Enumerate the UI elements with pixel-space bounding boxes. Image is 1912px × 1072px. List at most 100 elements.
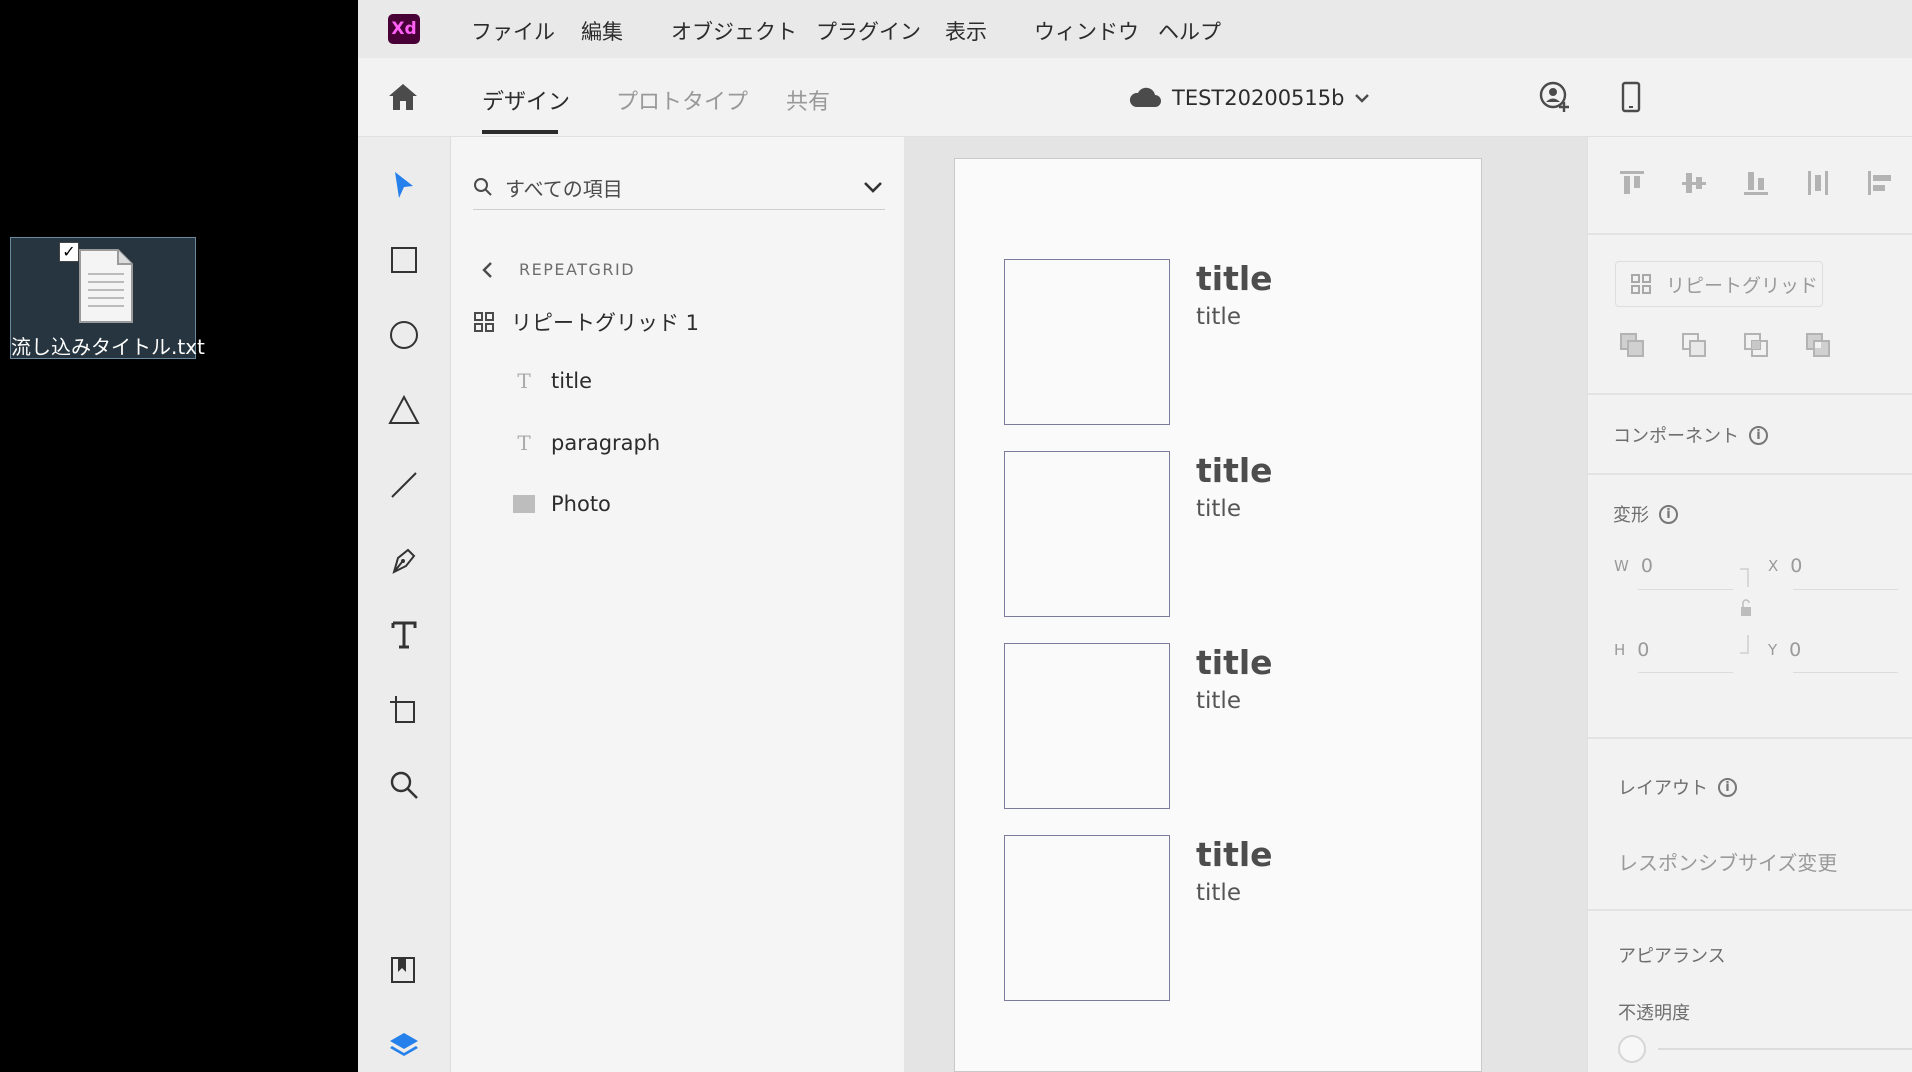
card-title[interactable]: title [1196,451,1273,490]
info-icon[interactable]: i [1749,425,1768,445]
tab-share[interactable]: 共有 [786,84,830,116]
width-field[interactable]: W 0 [1614,555,1653,577]
text-t-icon [391,621,417,649]
y-field[interactable]: Y 0 [1768,639,1801,661]
artboard-icon [390,696,415,723]
align-bottom-icon[interactable] [1740,167,1772,199]
lock-aspect-icon[interactable] [1738,567,1754,657]
ellipse-tool[interactable] [386,317,422,353]
file-checkbox[interactable]: ✓ [59,242,79,262]
align-top-icon[interactable] [1616,167,1648,199]
text-tool[interactable] [386,617,422,653]
tab-prototype[interactable]: プロトタイプ [616,84,748,116]
x-value: 0 [1790,555,1803,577]
text-layer-icon: T [517,369,531,393]
menu-file[interactable]: ファイル [471,16,555,46]
component-section: コンポーネント i [1613,422,1768,448]
document-title: TEST20200515b [1172,86,1345,110]
layer-group-row[interactable]: リピートグリッド 1 [473,307,699,337]
assets-panel-toggle[interactable] [386,952,422,988]
polygon-tool[interactable] [386,392,422,428]
distribute-horizontal-icon[interactable] [1802,167,1834,199]
appearance-label: アピアランス [1618,946,1726,967]
card-title[interactable]: title [1196,643,1273,682]
card-paragraph[interactable]: title [1196,880,1241,906]
pen-icon [392,548,416,574]
menu-edit[interactable]: 編集 [581,16,623,46]
photo-placeholder[interactable] [1004,259,1170,425]
ellipse-icon [390,321,418,349]
active-tab-indicator [482,130,558,134]
layer-group-name: リピートグリッド 1 [511,311,700,335]
invite-user-icon[interactable] [1538,80,1572,114]
text-file-icon [79,249,133,323]
device-preview-icon[interactable] [1614,80,1648,114]
property-inspector: リピートグリッド コンポーネント i 変形 i W 0 H 0 X 0 Y 0 … [1587,137,1912,1072]
artboard[interactable]: title title title title title title titl… [954,158,1482,1072]
mode-bar: デザイン プロトタイプ 共有 TEST20200515b [358,58,1912,137]
zoom-tool[interactable] [386,767,422,803]
layer-name: paragraph [551,431,661,455]
layer-filter-dropdown[interactable]: すべての項目 [473,165,885,210]
card-title[interactable]: title [1196,835,1273,874]
line-icon [391,472,417,498]
menu-window[interactable]: ウィンドウ [1034,16,1139,46]
chevron-down-icon [1355,94,1370,103]
opacity-slider-track[interactable] [1658,1048,1912,1050]
card-paragraph[interactable]: title [1196,688,1241,714]
line-tool[interactable] [386,467,422,503]
card-title[interactable]: title [1196,259,1273,298]
responsive-resize-label[interactable]: レスポンシブサイズ変更 [1618,847,1837,876]
artboard-tool[interactable] [386,692,422,728]
layer-row-paragraph[interactable]: T paragraph [513,431,660,455]
menu-help[interactable]: ヘルプ [1158,16,1221,46]
canvas-area[interactable]: title title title title title title titl… [904,137,1587,1072]
document-title-dropdown[interactable]: TEST20200515b [1128,80,1370,116]
pen-tool[interactable] [386,542,422,578]
layer-filter-label: すべての項目 [505,176,623,201]
photo-placeholder[interactable] [1004,835,1170,1001]
card-paragraph[interactable]: title [1196,496,1241,522]
y-value: 0 [1789,639,1802,661]
rectangle-icon [391,247,417,273]
info-icon[interactable]: i [1718,777,1737,797]
menu-object[interactable]: オブジェクト [671,16,797,46]
width-value: 0 [1640,555,1653,577]
align-middle-icon[interactable] [1678,167,1710,199]
magnifier-icon [390,771,418,799]
transform-section: 変形 i [1613,501,1678,527]
layers-panel-toggle[interactable] [386,1027,422,1063]
home-icon[interactable] [386,80,420,114]
chevron-left-icon[interactable] [481,261,493,279]
info-icon[interactable]: i [1659,504,1678,524]
desktop-file-icon[interactable]: ✓ 流し込みタイトル.txt [10,237,205,359]
triangle-icon [388,394,420,424]
rectangle-layer-icon [513,495,535,513]
tab-design[interactable]: デザイン [482,84,570,116]
menu-plugin[interactable]: プラグイン [816,16,921,46]
boolean-add-icon[interactable] [1616,329,1648,361]
rectangle-tool[interactable] [386,242,422,278]
boolean-exclude-icon[interactable] [1802,329,1834,361]
boolean-intersect-icon[interactable] [1740,329,1772,361]
text-layer-icon: T [517,431,531,455]
breadcrumb[interactable]: REPEATGRID [481,260,635,279]
photo-placeholder[interactable] [1004,451,1170,617]
repeat-grid-button[interactable]: リピートグリッド [1615,261,1823,307]
repeat-grid-icon [1631,274,1651,294]
opacity-slider-handle[interactable] [1618,1035,1646,1063]
layer-row-photo[interactable]: Photo [513,492,611,516]
layer-row-title[interactable]: T title [513,369,592,393]
align-left-icon[interactable] [1864,167,1896,199]
layout-label: レイアウト [1618,778,1708,799]
photo-placeholder[interactable] [1004,643,1170,809]
layers-panel: すべての項目 REPEATGRID リピートグリッド 1 T title T p… [451,137,904,1072]
boolean-subtract-icon[interactable] [1678,329,1710,361]
xd-window: Xd ファイル 編集 オブジェクト プラグイン 表示 ウィンドウ ヘルプ デザイ… [358,0,1912,1072]
card-paragraph[interactable]: title [1196,304,1241,330]
select-tool[interactable] [386,167,422,203]
height-field[interactable]: H 0 [1614,639,1649,661]
menu-view[interactable]: 表示 [945,16,987,46]
x-field[interactable]: X 0 [1768,555,1802,577]
breadcrumb-label: REPEATGRID [519,260,636,279]
